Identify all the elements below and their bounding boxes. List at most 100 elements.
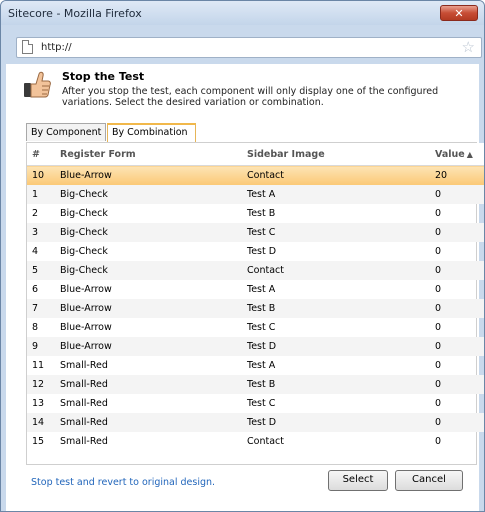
cell-register-form: Blue-Arrow: [55, 165, 242, 185]
cell-register-form: Small-Red: [55, 375, 242, 394]
cell-value: 0: [430, 413, 484, 432]
cell-register-form: Small-Red: [60, 436, 108, 447]
close-button[interactable]: ✕: [440, 5, 478, 21]
cell-register-form: Blue-Arrow: [60, 284, 112, 295]
sort-ascending-icon: ▲: [466, 149, 473, 159]
column-header-sidebar-image[interactable]: Sidebar Image: [242, 143, 430, 166]
cell-register-form: Small-Red: [60, 360, 108, 371]
cell-value: 0: [435, 398, 442, 409]
cell-register-form: Blue-Arrow: [55, 337, 242, 356]
dialog-description: After you stop the test, each component …: [62, 86, 439, 108]
url-bar[interactable]: http:// ☆: [16, 37, 482, 58]
tab-by-combination[interactable]: By Combination: [107, 123, 196, 142]
value-header-label: Value: [435, 148, 465, 160]
cell-number: 12: [27, 375, 55, 394]
cell-sidebar-image: Test A: [247, 360, 276, 371]
table-row[interactable]: 10 Blue-Arrow Contact 20: [27, 165, 484, 185]
cell-number: 1: [27, 185, 55, 204]
cancel-button[interactable]: Cancel: [395, 470, 463, 491]
table-header-row: # Register Form Sidebar Image Value ▲: [27, 143, 484, 166]
cell-value: 0: [430, 185, 484, 204]
dialog-content: Stop the Test After you stop the test, e…: [6, 64, 484, 511]
table-row[interactable]: 7 Blue-Arrow Test B0: [27, 299, 484, 318]
cell-number: 5: [27, 261, 55, 280]
table-row[interactable]: 6 Blue-Arrow Test A 0: [27, 280, 484, 299]
cell-value: 0: [435, 246, 442, 257]
table-row[interactable]: 5 Big-Check Contact 0: [27, 261, 484, 280]
revert-link[interactable]: Stop test and revert to original design.: [31, 477, 215, 488]
cell-value: 0: [430, 261, 484, 280]
cell-sidebar-image: Test A: [247, 284, 276, 295]
cell-value: 20: [430, 165, 484, 185]
cell-number: 4: [32, 246, 39, 257]
cell-sidebar-image: Test B: [247, 208, 276, 219]
tab-by-component[interactable]: By Component: [26, 123, 106, 141]
cell-register-form: Big-Check: [55, 261, 242, 280]
cell-number: 2: [32, 208, 39, 219]
cell-number: 10: [27, 165, 55, 185]
cell-sidebar-image: Contact: [247, 436, 284, 447]
table-row[interactable]: 2 Big-Check Test B 0: [27, 204, 484, 223]
cell-sidebar-image: Test C: [247, 322, 276, 333]
cell-value: 0: [435, 284, 442, 295]
cell-value: 0: [430, 375, 484, 394]
table-row[interactable]: 9 Blue-Arrow Test D0: [27, 337, 484, 356]
cell-number: 8: [32, 322, 39, 333]
table-row[interactable]: 1 Big-Check Test A0: [27, 185, 484, 204]
column-header-number[interactable]: #: [27, 143, 55, 166]
cell-sidebar-image: Test B: [242, 299, 430, 318]
navigation-bar: http:// ☆: [1, 25, 484, 63]
cell-number: 14: [27, 413, 55, 432]
cell-sidebar-image: Test D: [242, 413, 430, 432]
table-row[interactable]: 3 Big-Check Test C0: [27, 223, 484, 242]
table-row[interactable]: 12 Small-Red Test B0: [27, 375, 484, 394]
combination-table: # Register Form Sidebar Image Value ▲ 10 B…: [27, 143, 484, 451]
cell-sidebar-image: Test D: [242, 337, 430, 356]
table-row[interactable]: 15 Small-Red Contact 0: [27, 432, 484, 451]
cell-register-form: Big-Check: [55, 185, 242, 204]
browser-window: Sitecore - Mozilla Firefox ✕ http:// ☆ S…: [0, 0, 485, 512]
table-row[interactable]: 4 Big-Check Test D 0: [27, 242, 484, 261]
cell-value: 0: [430, 337, 484, 356]
cell-register-form: Small-Red: [55, 413, 242, 432]
cell-register-form: Blue-Arrow: [60, 322, 112, 333]
cell-register-form: Big-Check: [55, 223, 242, 242]
column-header-register-form[interactable]: Register Form: [55, 143, 242, 166]
title-bar: Sitecore - Mozilla Firefox ✕: [1, 1, 484, 25]
cell-sidebar-image: Test B: [242, 375, 430, 394]
table-row[interactable]: 8 Blue-Arrow Test C 0: [27, 318, 484, 337]
window-title: Sitecore - Mozilla Firefox: [8, 7, 142, 20]
cell-number: 15: [32, 436, 45, 447]
cell-number: 3: [27, 223, 55, 242]
cell-value: 0: [435, 360, 442, 371]
select-button[interactable]: Select: [328, 470, 388, 491]
table-row[interactable]: 11 Small-Red Test A 0: [27, 356, 484, 375]
cell-register-form: Small-Red: [60, 398, 108, 409]
combination-grid: # Register Form Sidebar Image Value ▲ 10 B…: [26, 142, 484, 465]
cell-value: 0: [435, 208, 442, 219]
cell-sidebar-image: Test D: [247, 246, 277, 257]
close-icon: ✕: [454, 7, 464, 20]
cell-register-form: Big-Check: [60, 208, 108, 219]
cell-sidebar-image: Contact: [242, 261, 430, 280]
cell-register-form: Blue-Arrow: [55, 299, 242, 318]
table-row[interactable]: 14 Small-Red Test D0: [27, 413, 484, 432]
cell-number: 7: [27, 299, 55, 318]
cell-register-form: Big-Check: [60, 246, 108, 257]
bookmark-star-icon[interactable]: ☆: [462, 38, 475, 56]
table-row[interactable]: 13 Small-Red Test C 0: [27, 394, 484, 413]
thumbs-up-icon: [24, 71, 51, 98]
cell-number: 9: [27, 337, 55, 356]
cell-value: 0: [435, 436, 442, 447]
cell-value: 0: [430, 223, 484, 242]
dialog-title: Stop the Test: [62, 70, 145, 83]
page-icon: [22, 40, 33, 54]
cell-number: 6: [32, 284, 39, 295]
url-text[interactable]: http://: [41, 42, 72, 53]
cell-sidebar-image: Test C: [242, 223, 430, 242]
cell-sidebar-image: Test C: [247, 398, 276, 409]
cell-sidebar-image: Contact: [242, 165, 430, 185]
cell-number: 13: [32, 398, 45, 409]
cell-value: 0: [435, 322, 442, 333]
column-header-value[interactable]: Value ▲: [430, 143, 484, 166]
